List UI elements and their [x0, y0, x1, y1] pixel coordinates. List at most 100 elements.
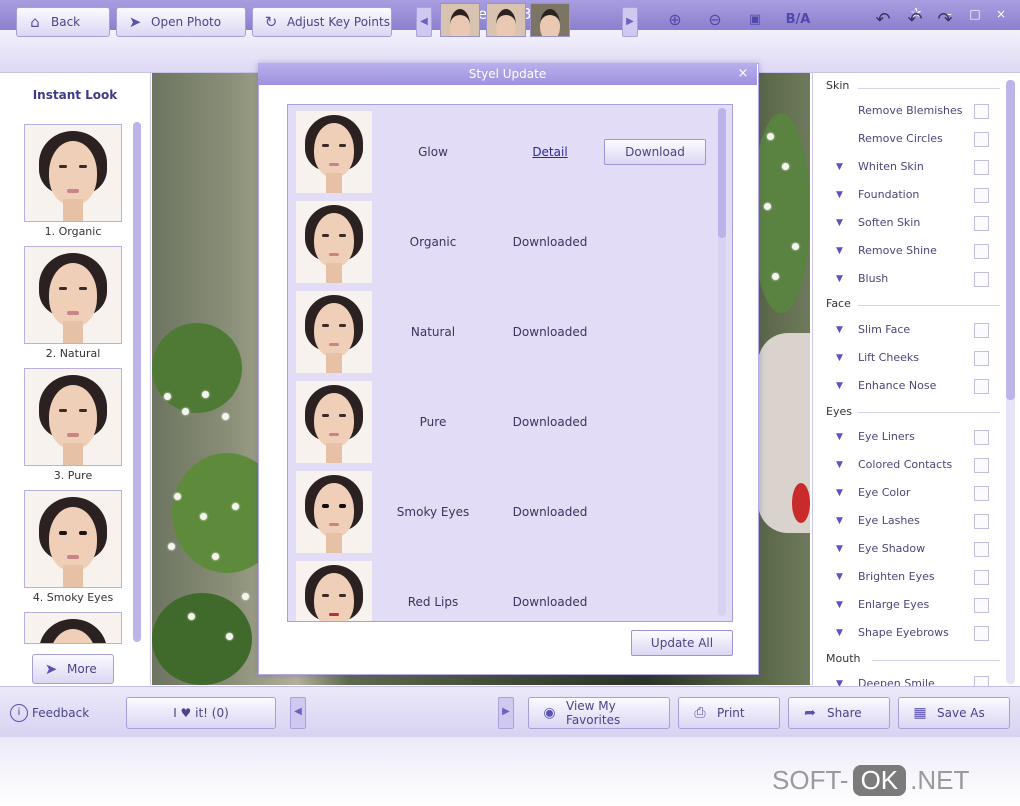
- checkbox-brighten-eyes[interactable]: [974, 570, 989, 585]
- fit-icon[interactable]: ▣: [744, 10, 766, 30]
- look-thumbnail[interactable]: [24, 612, 122, 644]
- undo-step-icon[interactable]: ↶: [904, 10, 926, 30]
- zoom-in-icon[interactable]: ⊕: [664, 10, 686, 30]
- expand-arrow-icon[interactable]: ▼: [836, 218, 843, 228]
- thumb-next-button[interactable]: ▶: [622, 7, 638, 37]
- section-header-skin: Skin: [826, 79, 850, 92]
- section-divider: [858, 88, 1000, 89]
- expand-arrow-icon[interactable]: ▼: [836, 381, 843, 391]
- option-eye-shadow[interactable]: Eye Shadow: [858, 542, 925, 555]
- expand-arrow-icon[interactable]: ▼: [836, 600, 843, 610]
- expand-arrow-icon[interactable]: ▼: [836, 325, 843, 335]
- section-header-face: Face: [826, 297, 851, 310]
- close-button[interactable]: ×: [992, 6, 1010, 22]
- checkbox-soften-skin[interactable]: [974, 216, 989, 231]
- expand-arrow-icon[interactable]: ▼: [836, 516, 843, 526]
- maximize-button[interactable]: □: [966, 6, 984, 22]
- option-eye-color[interactable]: Eye Color: [858, 486, 910, 499]
- save-as-button[interactable]: ▦ Save As: [898, 697, 1010, 729]
- adjust-key-points-button[interactable]: ↻ Adjust Key Points: [252, 7, 392, 37]
- look-thumbnail-organic[interactable]: [24, 124, 122, 222]
- option-colored-contacts[interactable]: Colored Contacts: [858, 458, 952, 471]
- look-thumbnail-smoky-eyes[interactable]: [24, 490, 122, 588]
- download-button[interactable]: Download: [604, 139, 706, 165]
- print-button[interactable]: ⎙ Print: [678, 697, 780, 729]
- expand-arrow-icon[interactable]: ▼: [836, 572, 843, 582]
- option-eye-liners[interactable]: Eye Liners: [858, 430, 915, 443]
- checkbox-eye-liners[interactable]: [974, 430, 989, 445]
- checkbox-enhance-nose[interactable]: [974, 379, 989, 394]
- right-scrollbar[interactable]: [1006, 80, 1015, 684]
- view-favorites-button[interactable]: ◉ View My Favorites: [528, 697, 670, 729]
- checkbox-remove-shine[interactable]: [974, 244, 989, 259]
- checkbox-slim-face[interactable]: [974, 323, 989, 338]
- option-remove-shine[interactable]: Remove Shine: [858, 244, 937, 257]
- adjust-label: Adjust Key Points: [287, 15, 390, 29]
- option-blush[interactable]: Blush: [858, 272, 888, 285]
- before-after-toggle[interactable]: B/A: [780, 10, 816, 30]
- look-thumbnail-pure[interactable]: [24, 368, 122, 466]
- option-enhance-nose[interactable]: Enhance Nose: [858, 379, 936, 392]
- left-scrollbar[interactable]: [133, 122, 141, 642]
- checkbox-remove-circles[interactable]: [974, 132, 989, 147]
- photo-thumbnail[interactable]: [486, 3, 526, 37]
- detail-link[interactable]: Detail: [500, 145, 600, 159]
- list-item: Pure Downloaded: [288, 375, 732, 465]
- thumb-prev-button[interactable]: ◀: [416, 7, 432, 37]
- look-thumbnail-natural[interactable]: [24, 246, 122, 344]
- redo-icon[interactable]: ↷: [934, 10, 956, 30]
- share-button[interactable]: ➦ Share: [788, 697, 890, 729]
- photo-thumbnail[interactable]: [440, 3, 480, 37]
- checkbox-lift-cheeks[interactable]: [974, 351, 989, 366]
- dialog-close-icon[interactable]: ×: [735, 66, 751, 82]
- checkbox-eye-lashes[interactable]: [974, 514, 989, 529]
- more-button[interactable]: ➤ More: [32, 654, 114, 684]
- option-lift-cheeks[interactable]: Lift Cheeks: [858, 351, 919, 364]
- expand-arrow-icon[interactable]: ▼: [836, 432, 843, 442]
- like-button[interactable]: I ♥ it! (0): [126, 697, 276, 729]
- checkbox-eye-color[interactable]: [974, 486, 989, 501]
- expand-arrow-icon[interactable]: ▼: [836, 460, 843, 470]
- option-slim-face[interactable]: Slim Face: [858, 323, 910, 336]
- option-eye-lashes[interactable]: Eye Lashes: [858, 514, 920, 527]
- option-whiten-skin[interactable]: Whiten Skin: [858, 160, 924, 173]
- expand-arrow-icon[interactable]: ▼: [836, 162, 843, 172]
- look-label: 3. Pure: [53, 469, 93, 482]
- checkbox-foundation[interactable]: [974, 188, 989, 203]
- bottom-prev-button[interactable]: ◀: [290, 697, 306, 729]
- list-item: Organic Downloaded: [288, 195, 732, 285]
- expand-arrow-icon[interactable]: ▼: [836, 274, 843, 284]
- photo-thumbnail[interactable]: [530, 3, 570, 37]
- feedback-link[interactable]: i Feedback: [10, 704, 89, 722]
- expand-arrow-icon[interactable]: ▼: [836, 628, 843, 638]
- style-thumbnail: [296, 381, 372, 463]
- option-remove-blemishes[interactable]: Remove Blemishes: [858, 104, 962, 117]
- option-remove-circles[interactable]: Remove Circles: [858, 132, 943, 145]
- expand-arrow-icon[interactable]: ▼: [836, 353, 843, 363]
- checkbox-colored-contacts[interactable]: [974, 458, 989, 473]
- undo-icon[interactable]: ↶: [872, 10, 894, 30]
- checkbox-enlarge-eyes[interactable]: [974, 598, 989, 613]
- checkbox-whiten-skin[interactable]: [974, 160, 989, 175]
- zoom-out-icon[interactable]: ⊖: [704, 10, 726, 30]
- checkbox-shape-eyebrows[interactable]: [974, 626, 989, 641]
- option-shape-eyebrows[interactable]: Shape Eyebrows: [858, 626, 949, 639]
- option-brighten-eyes[interactable]: Brighten Eyes: [858, 570, 935, 583]
- option-soften-skin[interactable]: Soften Skin: [858, 216, 920, 229]
- download-status: Downloaded: [512, 325, 588, 339]
- checkbox-eye-shadow[interactable]: [974, 542, 989, 557]
- feedback-label: Feedback: [32, 706, 90, 720]
- expand-arrow-icon[interactable]: ▼: [836, 544, 843, 554]
- expand-arrow-icon[interactable]: ▼: [836, 488, 843, 498]
- open-photo-button[interactable]: ➤ Open Photo: [116, 7, 246, 37]
- list-scrollbar[interactable]: [718, 108, 726, 616]
- bottom-next-button[interactable]: ▶: [498, 697, 514, 729]
- back-button[interactable]: ⌂ Back: [16, 7, 110, 37]
- expand-arrow-icon[interactable]: ▼: [836, 190, 843, 200]
- option-foundation[interactable]: Foundation: [858, 188, 919, 201]
- checkbox-blush[interactable]: [974, 272, 989, 287]
- expand-arrow-icon[interactable]: ▼: [836, 246, 843, 256]
- checkbox-remove-blemishes[interactable]: [974, 104, 989, 119]
- update-all-button[interactable]: Update All: [631, 630, 733, 656]
- option-enlarge-eyes[interactable]: Enlarge Eyes: [858, 598, 929, 611]
